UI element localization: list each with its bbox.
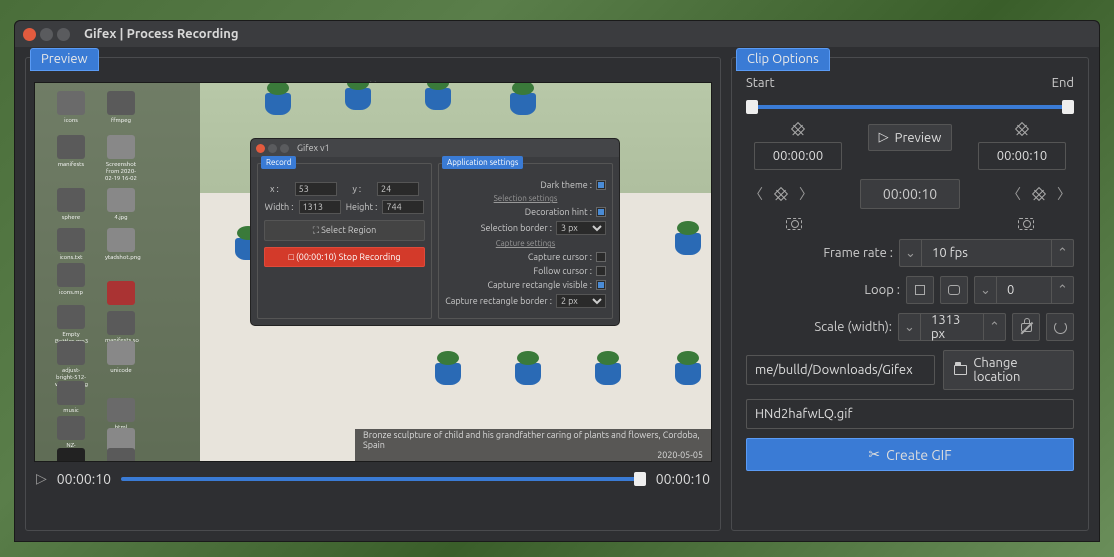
start-prev-icon[interactable]: 〈 bbox=[746, 184, 766, 204]
scale-reset-button[interactable] bbox=[1046, 313, 1074, 341]
inner-max-icon[interactable] bbox=[280, 144, 289, 153]
range-start-thumb[interactable] bbox=[746, 100, 758, 114]
decoration-hint-checkbox[interactable] bbox=[596, 207, 606, 217]
playback-total-time: 00:00:10 bbox=[656, 471, 710, 487]
filename-input[interactable] bbox=[746, 399, 1074, 429]
preview-image: icons ffmpeg manifests Screenshot from 2… bbox=[35, 83, 711, 461]
loop-up-icon[interactable]: ⌃ bbox=[1051, 277, 1073, 303]
loop-stop-button[interactable] bbox=[906, 276, 934, 304]
start-next-icon[interactable]: 〉 bbox=[796, 184, 816, 204]
end-next-icon[interactable]: 〉 bbox=[1054, 184, 1074, 204]
frame-rate-up-icon[interactable]: ⌃ bbox=[1051, 240, 1073, 266]
width-input[interactable] bbox=[299, 200, 341, 214]
loop-label: Loop : bbox=[864, 283, 900, 297]
scissors-icon: ✂ bbox=[868, 446, 880, 463]
clip-range-slider[interactable] bbox=[746, 105, 1074, 109]
inner-close-icon[interactable] bbox=[256, 144, 265, 153]
scale-up-icon[interactable]: ⌃ bbox=[983, 314, 1005, 340]
start-nudge-icon[interactable] bbox=[774, 187, 788, 201]
window-title: Gifex | Process Recording bbox=[84, 27, 239, 41]
mid-time-display: 00:00:10 bbox=[860, 179, 960, 209]
start-label: Start bbox=[746, 76, 775, 90]
capture-rect-border-select[interactable]: 2 px bbox=[556, 294, 606, 308]
y-input[interactable] bbox=[377, 182, 419, 196]
loop-down-icon[interactable]: ⌄ bbox=[975, 277, 997, 303]
snapshot-end-icon[interactable] bbox=[1018, 218, 1034, 230]
x-input[interactable] bbox=[295, 182, 337, 196]
create-gif-button[interactable]: ✂ Create GIF bbox=[746, 438, 1074, 471]
inner-recording-window: Gifex v1 Record x : y : bbox=[250, 138, 620, 326]
frame-rate-label: Frame rate : bbox=[823, 246, 893, 260]
dark-theme-checkbox[interactable] bbox=[596, 180, 606, 190]
capture-rect-visible-checkbox[interactable] bbox=[596, 280, 606, 290]
capture-cursor-checkbox[interactable] bbox=[596, 252, 606, 262]
height-input[interactable] bbox=[382, 200, 424, 214]
follow-cursor-checkbox[interactable] bbox=[596, 266, 606, 276]
playback-bar: ▷ 00:00:10 00:00:10 bbox=[26, 462, 720, 495]
scale-down-icon[interactable]: ⌄ bbox=[899, 314, 921, 340]
playback-thumb[interactable] bbox=[634, 472, 646, 486]
scale-label: Scale (width): bbox=[814, 320, 892, 334]
frame-rate-dropdown[interactable]: ⌄ 10 fps ⌃ bbox=[899, 239, 1074, 267]
caption-bar: Bronze sculpture of child and his grandf… bbox=[355, 429, 711, 461]
folder-icon bbox=[954, 365, 967, 375]
scale-lock-button[interactable] bbox=[1012, 313, 1040, 341]
close-icon[interactable] bbox=[23, 28, 36, 41]
stop-recording-button[interactable]: □ (00:00:10) Stop Recording bbox=[264, 247, 425, 267]
change-location-button[interactable]: Change location bbox=[943, 350, 1074, 390]
end-nudge-icon[interactable] bbox=[1032, 187, 1046, 201]
end-time-display: 00:00:10 bbox=[978, 142, 1066, 170]
location-input[interactable] bbox=[746, 355, 935, 385]
start-time-display: 00:00:00 bbox=[754, 142, 842, 170]
move-end-icon[interactable] bbox=[1015, 122, 1029, 136]
scale-dropdown[interactable]: ⌄ 1313 px ⌃ bbox=[898, 313, 1006, 341]
loop-repeat-button[interactable] bbox=[940, 276, 968, 304]
select-region-button[interactable]: ⛶ Select Region bbox=[264, 220, 425, 241]
titlebar[interactable]: Gifex | Process Recording bbox=[15, 21, 1099, 47]
end-label: End bbox=[1052, 76, 1074, 90]
inner-min-icon[interactable] bbox=[268, 144, 277, 153]
playback-current-time: 00:00:10 bbox=[57, 471, 111, 487]
selection-border-select[interactable]: 3 px bbox=[556, 221, 606, 235]
chevron-down-icon[interactable]: ⌄ bbox=[26, 58, 720, 78]
preview-viewport: icons ffmpeg manifests Screenshot from 2… bbox=[34, 82, 712, 462]
move-start-icon[interactable] bbox=[791, 122, 805, 136]
preview-button[interactable]: ▷Preview bbox=[868, 124, 953, 151]
loop-count-dropdown[interactable]: ⌄ 0 ⌃ bbox=[974, 276, 1074, 304]
preview-panel: Preview ⌄ bbox=[25, 57, 721, 531]
play-button[interactable]: ▷ bbox=[36, 470, 47, 487]
preview-tab: Preview bbox=[30, 48, 99, 71]
clip-options-panel: Clip Options Start End 00:00:00 ▷Pr bbox=[731, 57, 1089, 531]
end-prev-icon[interactable]: 〈 bbox=[1004, 184, 1024, 204]
clip-options-tab: Clip Options bbox=[736, 48, 830, 71]
frame-rate-down-icon[interactable]: ⌄ bbox=[900, 240, 922, 266]
minimize-icon[interactable] bbox=[40, 28, 53, 41]
app-window: Gifex | Process Recording Preview ⌄ bbox=[14, 20, 1100, 542]
playback-slider[interactable] bbox=[121, 477, 646, 481]
maximize-icon[interactable] bbox=[57, 28, 70, 41]
snapshot-start-icon[interactable] bbox=[786, 218, 802, 230]
content-area: Preview ⌄ bbox=[15, 47, 1099, 541]
range-end-thumb[interactable] bbox=[1062, 100, 1074, 114]
